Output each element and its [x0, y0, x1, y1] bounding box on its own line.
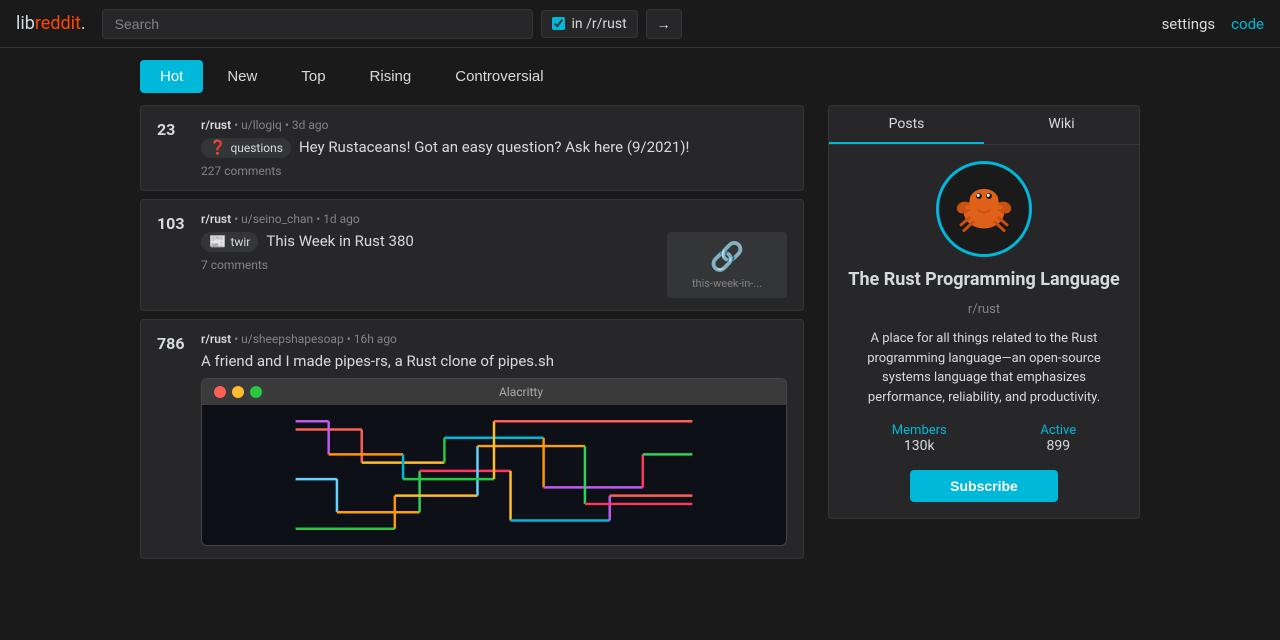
post-meta: r/rust • u/sheepshapesoap • 16h ago	[201, 332, 787, 346]
post-author[interactable]: u/llogiq	[241, 118, 282, 132]
post-time: 3d ago	[292, 118, 329, 132]
search-scope-label: in /r/rust	[571, 16, 626, 32]
settings-link[interactable]: settings	[1162, 15, 1216, 33]
post-with-preview: 📰 twir This Week in Rust 380 7 comments …	[201, 232, 787, 298]
sidebar-tab-posts[interactable]: Posts	[829, 106, 984, 144]
sidebar-tab-wiki[interactable]: Wiki	[984, 106, 1139, 144]
active-value: 899	[1040, 438, 1076, 454]
post-score: 103	[157, 212, 189, 298]
members-value: 130k	[892, 438, 947, 454]
post-body: r/rust • u/llogiq • 3d ago ❓ questions H…	[201, 118, 787, 178]
post-card: 103 r/rust • u/seino_chan • 1d ago 📰 twi	[140, 199, 804, 311]
post-body: r/rust • u/sheepshapesoap • 16h ago A fr…	[201, 332, 787, 546]
traffic-light-green	[250, 386, 262, 398]
search-input[interactable]	[102, 9, 534, 39]
terminal-titlebar: Alacritty	[202, 379, 786, 405]
traffic-light-yellow	[232, 386, 244, 398]
stat-members: Members 130k	[892, 423, 947, 454]
code-link[interactable]: code	[1231, 15, 1264, 33]
header-right: settings code	[1162, 15, 1264, 33]
post-body: r/rust • u/seino_chan • 1d ago 📰 twir	[201, 212, 787, 298]
flair-icon: ❓	[209, 140, 226, 156]
terminal-body	[202, 405, 786, 545]
sidebar-subreddit-name: r/rust	[968, 302, 1000, 317]
tab-new[interactable]: New	[207, 60, 277, 93]
post-score: 23	[157, 118, 189, 178]
post-comments[interactable]: 7 comments	[201, 258, 659, 272]
post-flair: 📰 twir	[201, 232, 258, 252]
stat-active: Active 899	[1040, 423, 1076, 454]
in-subreddit-checkbox[interactable]	[552, 17, 565, 30]
post-score: 786	[157, 332, 189, 546]
flair-icon: 📰	[209, 234, 226, 250]
post-author[interactable]: u/seino_chan	[241, 212, 313, 226]
post-subreddit[interactable]: r/rust	[201, 118, 231, 132]
logo-lib: lib	[16, 13, 35, 34]
posts-column: 23 r/rust • u/llogiq • 3d ago ❓ question…	[140, 105, 804, 559]
post-content: 📰 twir This Week in Rust 380 7 comments	[201, 232, 659, 298]
post-title[interactable]: This Week in Rust 380	[266, 232, 413, 250]
post-title[interactable]: A friend and I made pipes-rs, a Rust clo…	[201, 352, 787, 370]
sort-tabs: Hot New Top Rising Controversial	[0, 48, 1280, 105]
post-subreddit[interactable]: r/rust	[201, 332, 231, 346]
post-time-sep: •	[347, 332, 354, 346]
subreddit-logo	[936, 161, 1032, 257]
sidebar-tabs: Posts Wiki	[828, 105, 1140, 145]
post-title-row: 📰 twir This Week in Rust 380	[201, 232, 659, 252]
sidebar-content: The Rust Programming Language r/rust A p…	[828, 145, 1140, 519]
post-flair: ❓ questions	[201, 138, 291, 158]
tab-controversial[interactable]: Controversial	[435, 60, 563, 93]
post-image-terminal: Alacritty	[201, 378, 787, 546]
tab-rising[interactable]: Rising	[350, 60, 432, 93]
post-time: 16h ago	[354, 332, 397, 346]
subscribe-button[interactable]: Subscribe	[910, 470, 1058, 502]
logo-reddit: reddit	[35, 13, 81, 34]
search-bar: in /r/rust →	[102, 9, 682, 39]
sidebar-description: A place for all things related to the Ru…	[845, 329, 1123, 407]
search-scope-area: in /r/rust	[541, 10, 637, 38]
search-go-button[interactable]: →	[646, 9, 682, 39]
flair-label: questions	[230, 141, 283, 155]
crab-icon	[948, 173, 1020, 245]
post-title[interactable]: Hey Rustaceans! Got an easy question? As…	[299, 138, 689, 156]
sidebar-community-title: The Rust Programming Language	[848, 269, 1119, 290]
link-icon: 🔗	[710, 240, 745, 273]
sidebar: Posts Wiki	[828, 105, 1140, 559]
traffic-light-red	[214, 386, 226, 398]
post-meta: r/rust • u/llogiq • 3d ago	[201, 118, 787, 132]
post-meta: r/rust • u/seino_chan • 1d ago	[201, 212, 787, 226]
logo-dot: .	[81, 13, 86, 34]
sidebar-stats: Members 130k Active 899	[845, 423, 1123, 454]
tab-hot[interactable]: Hot	[140, 60, 203, 93]
header: libreddit. in /r/rust → settings code	[0, 0, 1280, 48]
flair-label: twir	[230, 235, 250, 249]
post-subreddit[interactable]: r/rust	[201, 212, 231, 226]
members-label: Members	[892, 423, 947, 438]
post-title-row: ❓ questions Hey Rustaceans! Got an easy …	[201, 138, 787, 158]
link-preview-text: this-week-in-...	[692, 277, 762, 290]
logo[interactable]: libreddit.	[16, 13, 86, 34]
tab-top[interactable]: Top	[281, 60, 345, 93]
post-comments[interactable]: 227 comments	[201, 164, 787, 178]
link-preview[interactable]: 🔗 this-week-in-...	[667, 232, 787, 298]
main-layout: 23 r/rust • u/llogiq • 3d ago ❓ question…	[0, 105, 1280, 559]
post-card: 786 r/rust • u/sheepshapesoap • 16h ago …	[140, 319, 804, 559]
active-label: Active	[1040, 423, 1076, 438]
post-author[interactable]: u/sheepshapesoap	[241, 332, 344, 346]
post-time: 1d ago	[323, 212, 360, 226]
post-time-sep: •	[285, 118, 292, 132]
terminal-title: Alacritty	[499, 385, 543, 399]
post-card: 23 r/rust • u/llogiq • 3d ago ❓ question…	[140, 105, 804, 191]
